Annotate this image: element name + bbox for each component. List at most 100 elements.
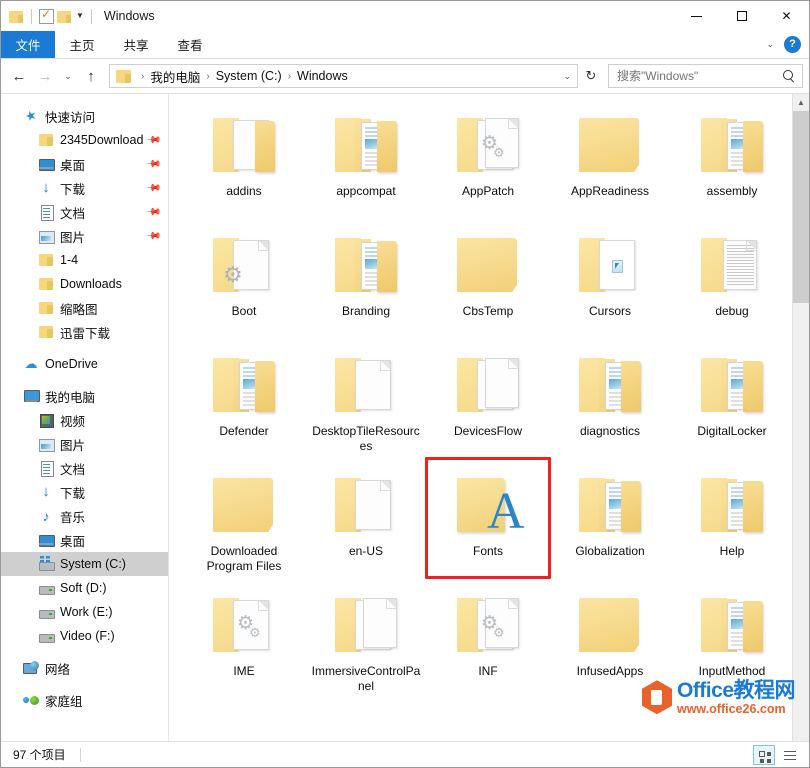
sidebar-item-downloads[interactable]: ↓ 下载 📌 (1, 176, 168, 200)
folder-icon[interactable] (9, 10, 24, 23)
sidebar-item-documents-pc[interactable]: 文档 (1, 456, 168, 480)
pin-icon[interactable]: 📌 (144, 132, 161, 149)
folder-icon (695, 108, 769, 182)
list-item[interactable]: InputMethod (671, 582, 793, 702)
folder-icon (38, 132, 54, 148)
list-item[interactable]: Globalization (549, 462, 671, 582)
list-item[interactable]: Help (671, 462, 793, 582)
vertical-scrollbar[interactable]: ▲ (792, 94, 809, 741)
list-item[interactable]: DigitalLocker (671, 342, 793, 462)
document-icon (38, 204, 54, 221)
list-item[interactable]: DesktopTileResources (305, 342, 427, 462)
navigation-pane[interactable]: ★ 快速访问 2345Download 📌 桌面 📌 ↓ 下载 📌 文档 📌 图… (1, 94, 169, 741)
search-icon[interactable] (783, 69, 796, 83)
chevron-down-icon[interactable]: ⌄ (563, 71, 571, 82)
tiles-view-icon[interactable] (753, 744, 775, 765)
back-button[interactable]: ← (7, 64, 31, 88)
file-list-pane[interactable]: addins appcompat ⚙ ⚙ AppPatch AppReadine… (169, 94, 809, 741)
sidebar-item-desktop[interactable]: 桌面 📌 (1, 152, 168, 176)
sidebar-item-video-f[interactable]: Video (F:) (1, 624, 168, 648)
list-item[interactable]: DevicesFlow (427, 342, 549, 462)
chevron-down-icon[interactable]: ⌄ (766, 39, 774, 50)
tab-share[interactable]: 共享 (109, 31, 163, 58)
pin-icon[interactable]: 📌 (144, 180, 161, 197)
sidebar-item-videos[interactable]: 视频 (1, 408, 168, 432)
forward-button[interactable]: → (33, 64, 57, 88)
desktop-icon (38, 156, 55, 172)
folder-icon (116, 69, 132, 83)
item-label: assembly (706, 184, 758, 198)
folder-icon (573, 588, 647, 662)
sidebar-item-work-e[interactable]: Work (E:) (1, 600, 168, 624)
list-item[interactable]: AppReadiness (549, 102, 671, 222)
help-icon[interactable]: ? (784, 36, 801, 53)
breadcrumb-item-my-computer[interactable]: 我的电脑 (150, 67, 200, 86)
download-icon: ↓ (42, 483, 50, 500)
tab-file[interactable]: 文件 (1, 31, 55, 58)
list-item[interactable]: assembly (671, 102, 793, 222)
list-item[interactable]: en-US (305, 462, 427, 582)
breadcrumb-item-windows[interactable]: Windows (297, 69, 348, 83)
sidebar-item-1-4[interactable]: 1-4 (1, 248, 168, 272)
sidebar-group-quick-access[interactable]: ★ 快速访问 (1, 104, 168, 128)
list-item[interactable]: diagnostics (549, 342, 671, 462)
tab-home[interactable]: 主页 (55, 31, 109, 58)
item-label: DesktopTileResources (312, 424, 420, 453)
sidebar-label: 迅雷下载 (60, 326, 111, 341)
list-item[interactable]: ⚙ ⚙ AppPatch (427, 102, 549, 222)
folder-icon[interactable] (57, 10, 72, 23)
sidebar-item-2345download[interactable]: 2345Download 📌 (1, 128, 168, 152)
list-item[interactable]: Downloaded Program Files (183, 462, 305, 582)
sidebar-item-pictures-pc[interactable]: 图片 (1, 432, 168, 456)
up-button[interactable]: ↑ (79, 64, 103, 88)
sidebar-item-desktop-pc[interactable]: 桌面 (1, 528, 168, 552)
maximize-button[interactable] (719, 1, 764, 31)
chevron-down-icon[interactable]: ▼ (76, 12, 84, 20)
list-item[interactable]: Defender (183, 342, 305, 462)
sidebar-item-documents[interactable]: 文档 📌 (1, 200, 168, 224)
sidebar-item-thumbnails[interactable]: 缩略图 (1, 296, 168, 320)
scrollbar-thumb[interactable] (793, 111, 809, 303)
list-item[interactable]: Cursors (549, 222, 671, 342)
list-item[interactable]: ⚙ Boot (183, 222, 305, 342)
sidebar-group-my-computer[interactable]: 我的电脑 (1, 384, 168, 408)
divider (90, 8, 92, 24)
sidebar-item-homegroup[interactable]: 家庭组 (1, 688, 168, 712)
list-item[interactable]: ImmersiveControlPanel (305, 582, 427, 702)
close-button[interactable]: ✕ (764, 1, 809, 31)
refresh-button[interactable]: ↻ (580, 64, 602, 88)
sidebar-item-pictures[interactable]: 图片 📌 (1, 224, 168, 248)
sidebar-item-downloads-folder[interactable]: Downloads (1, 272, 168, 296)
letter-a-icon: A (487, 483, 525, 540)
sidebar-item-downloads-pc[interactable]: ↓ 下载 (1, 480, 168, 504)
pin-icon[interactable]: 📌 (144, 156, 161, 173)
sidebar-item-onedrive[interactable]: ☁ OneDrive (1, 352, 168, 376)
search-input[interactable] (615, 68, 783, 84)
list-item[interactable]: CbsTemp (427, 222, 549, 342)
minimize-button[interactable] (674, 1, 719, 31)
list-item[interactable]: Branding (305, 222, 427, 342)
item-label: en-US (348, 544, 383, 558)
pin-icon[interactable]: 📌 (144, 228, 161, 245)
breadcrumb[interactable]: › 我的电脑 › System (C:) › Windows ⌄ (109, 64, 578, 88)
list-item-fonts[interactable]: A Fonts (427, 462, 549, 582)
sidebar-item-music[interactable]: ♪ 音乐 (1, 504, 168, 528)
list-item[interactable]: addins (183, 102, 305, 222)
sidebar-item-system-c[interactable]: System (C:) (1, 552, 168, 576)
checklist-icon[interactable] (39, 7, 54, 24)
recent-locations-button[interactable]: ⌄ (59, 64, 77, 88)
sidebar-item-soft-d[interactable]: Soft (D:) (1, 576, 168, 600)
list-item[interactable]: debug (671, 222, 793, 342)
list-item[interactable]: ⚙ ⚙ INF (427, 582, 549, 702)
scroll-up-icon[interactable]: ▲ (793, 94, 809, 111)
list-view-icon[interactable] (779, 745, 801, 765)
list-item[interactable]: ⚙ ⚙ IME (183, 582, 305, 702)
search-box[interactable] (608, 64, 803, 88)
list-item[interactable]: InfusedApps (549, 582, 671, 702)
breadcrumb-item-system-c[interactable]: System (C:) (216, 69, 282, 83)
tab-view[interactable]: 查看 (163, 31, 217, 58)
sidebar-item-xunlei-download[interactable]: 迅雷下载 (1, 320, 168, 344)
pin-icon[interactable]: 📌 (144, 204, 161, 221)
sidebar-item-network[interactable]: 网络 (1, 656, 168, 680)
list-item[interactable]: appcompat (305, 102, 427, 222)
